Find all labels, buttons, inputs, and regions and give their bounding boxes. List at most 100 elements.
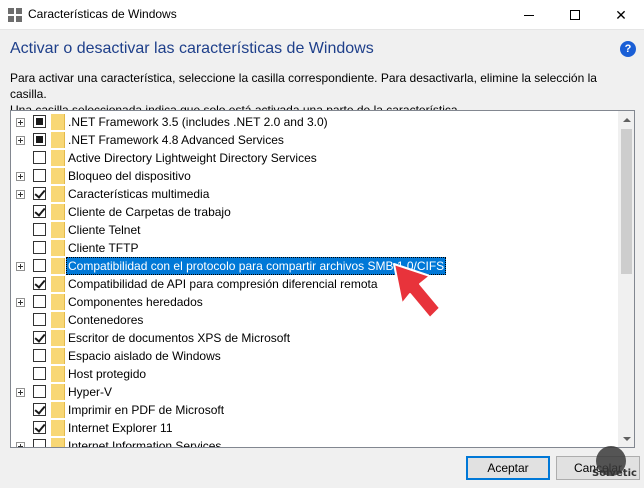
features-list: .NET Framework 3.5 (includes .NET 2.0 an…: [11, 113, 619, 447]
feature-label[interactable]: Internet Information Services: [66, 437, 223, 447]
scroll-up-button[interactable]: [618, 111, 634, 128]
folder-icon: [51, 294, 65, 310]
feature-label[interactable]: Host protegido: [66, 365, 148, 383]
feature-label[interactable]: Contenedores: [66, 311, 145, 329]
features-tree[interactable]: .NET Framework 3.5 (includes .NET 2.0 an…: [10, 110, 635, 448]
instructions-line-1: Para activar una característica, selecci…: [10, 71, 597, 101]
folder-icon: [51, 204, 65, 220]
expand-icon[interactable]: [16, 388, 25, 397]
feature-row[interactable]: Espacio aislado de Windows: [11, 347, 619, 365]
feature-checkbox[interactable]: [33, 259, 46, 272]
feature-checkbox[interactable]: [33, 331, 46, 344]
folder-icon: [51, 366, 65, 382]
feature-row[interactable]: Active Directory Lightweight Directory S…: [11, 149, 619, 167]
feature-checkbox[interactable]: [33, 205, 46, 218]
feature-checkbox[interactable]: [33, 187, 46, 200]
expand-icon[interactable]: [16, 262, 25, 271]
feature-row[interactable]: Bloqueo del dispositivo: [11, 167, 619, 185]
folder-icon: [51, 402, 65, 418]
feature-checkbox[interactable]: [33, 313, 46, 326]
expand-icon[interactable]: [16, 118, 25, 127]
close-button[interactable]: ✕: [598, 0, 644, 30]
feature-label[interactable]: Componentes heredados: [66, 293, 205, 311]
folder-icon: [51, 240, 65, 256]
feature-label[interactable]: Cliente Telnet: [66, 221, 143, 239]
expand-icon[interactable]: [16, 298, 25, 307]
feature-label[interactable]: Bloqueo del dispositivo: [66, 167, 193, 185]
scrollbar-thumb[interactable]: [621, 129, 632, 274]
scroll-down-button[interactable]: [618, 430, 634, 447]
chevron-down-icon: [622, 436, 631, 441]
folder-icon: [51, 438, 65, 447]
feature-checkbox[interactable]: [33, 169, 46, 182]
help-icon[interactable]: ?: [620, 41, 636, 57]
feature-label[interactable]: .NET Framework 4.8 Advanced Services: [66, 131, 286, 149]
feature-checkbox[interactable]: [33, 151, 46, 164]
feature-checkbox[interactable]: [33, 367, 46, 380]
feature-row[interactable]: Componentes heredados: [11, 293, 619, 311]
feature-label[interactable]: Imprimir en PDF de Microsoft: [66, 401, 226, 419]
feature-label[interactable]: Espacio aislado de Windows: [66, 347, 223, 365]
feature-row[interactable]: Contenedores: [11, 311, 619, 329]
minimize-button[interactable]: [506, 0, 552, 30]
feature-row[interactable]: Cliente Telnet: [11, 221, 619, 239]
feature-label[interactable]: Compatibilidad de API para compresión di…: [66, 275, 380, 293]
folder-icon: [51, 132, 65, 148]
folder-icon: [51, 186, 65, 202]
feature-label[interactable]: Hyper-V: [66, 383, 114, 401]
expand-icon[interactable]: [16, 172, 25, 181]
feature-checkbox[interactable]: [33, 133, 46, 146]
pointer-arrow-icon: [393, 263, 441, 319]
feature-row[interactable]: Hyper-V: [11, 383, 619, 401]
feature-label[interactable]: Cliente de Carpetas de trabajo: [66, 203, 233, 221]
watermark-logo: Solvetic: [592, 446, 637, 484]
vertical-scrollbar[interactable]: [618, 111, 634, 447]
folder-icon: [51, 114, 65, 130]
feature-row[interactable]: .NET Framework 3.5 (includes .NET 2.0 an…: [11, 113, 619, 131]
expand-icon[interactable]: [16, 136, 25, 145]
feature-row[interactable]: .NET Framework 4.8 Advanced Services: [11, 131, 619, 149]
accept-button[interactable]: Aceptar: [466, 456, 550, 480]
feature-row[interactable]: Compatibilidad con el protocolo para com…: [11, 257, 619, 275]
feature-row[interactable]: Cliente TFTP: [11, 239, 619, 257]
feature-checkbox[interactable]: [33, 223, 46, 236]
folder-icon: [51, 312, 65, 328]
folder-icon: [51, 276, 65, 292]
minimize-icon: [524, 14, 534, 16]
feature-checkbox[interactable]: [33, 295, 46, 308]
folder-icon: [51, 420, 65, 436]
feature-label[interactable]: Active Directory Lightweight Directory S…: [66, 149, 319, 167]
chevron-up-icon: [622, 117, 631, 122]
feature-label[interactable]: Escritor de documentos XPS de Microsoft: [66, 329, 292, 347]
feature-checkbox[interactable]: [33, 115, 46, 128]
feature-checkbox[interactable]: [33, 349, 46, 362]
feature-label[interactable]: Características multimedia: [66, 185, 211, 203]
feature-row[interactable]: Host protegido: [11, 365, 619, 383]
expand-icon[interactable]: [16, 442, 25, 447]
folder-icon: [51, 168, 65, 184]
expand-icon[interactable]: [16, 190, 25, 199]
window-title: Características de Windows: [28, 7, 177, 21]
feature-row[interactable]: Características multimedia: [11, 185, 619, 203]
feature-checkbox[interactable]: [33, 277, 46, 290]
feature-label[interactable]: Cliente TFTP: [66, 239, 140, 257]
feature-label[interactable]: .NET Framework 3.5 (includes .NET 2.0 an…: [66, 113, 330, 131]
maximize-icon: [570, 10, 580, 20]
folder-icon: [51, 384, 65, 400]
folder-icon: [51, 222, 65, 238]
windows-features-icon: [8, 8, 22, 22]
feature-label[interactable]: Internet Explorer 11: [66, 419, 175, 437]
maximize-button[interactable]: [552, 0, 598, 30]
feature-checkbox[interactable]: [33, 241, 46, 254]
feature-row[interactable]: Internet Information Services: [11, 437, 619, 447]
feature-row[interactable]: Compatibilidad de API para compresión di…: [11, 275, 619, 293]
feature-checkbox[interactable]: [33, 439, 46, 447]
feature-row[interactable]: Imprimir en PDF de Microsoft: [11, 401, 619, 419]
feature-checkbox[interactable]: [33, 403, 46, 416]
feature-checkbox[interactable]: [33, 421, 46, 434]
title-bar: Características de Windows ✕: [0, 0, 644, 30]
feature-checkbox[interactable]: [33, 385, 46, 398]
feature-row[interactable]: Internet Explorer 11: [11, 419, 619, 437]
feature-row[interactable]: Escritor de documentos XPS de Microsoft: [11, 329, 619, 347]
feature-row[interactable]: Cliente de Carpetas de trabajo: [11, 203, 619, 221]
